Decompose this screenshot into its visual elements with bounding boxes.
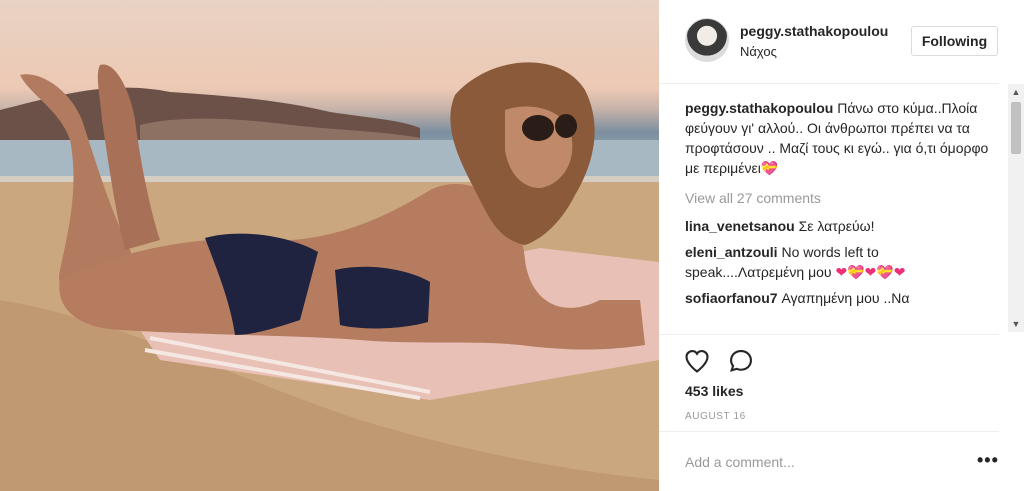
- comment-text: Σε λατρεύω!: [798, 218, 875, 234]
- more-options-button[interactable]: •••: [977, 450, 999, 470]
- comment-item: sofiaorfanou7 Αγαπημένη μου ..Να: [685, 288, 997, 308]
- comment-bubble-icon[interactable]: [727, 347, 755, 375]
- beach-scene: [0, 62, 659, 491]
- likes-count[interactable]: 453 likes: [685, 383, 743, 399]
- comments-list: peggy.stathakopoulou Πάνω στο κύμα..Πλοί…: [685, 98, 997, 334]
- post-header: peggy.stathakopoulou Νάχος Following: [659, 0, 999, 84]
- comment-username[interactable]: eleni_antzouli: [685, 244, 778, 260]
- post-details-panel: peggy.stathakopoulou Νάχος Following peg…: [659, 0, 1024, 491]
- post-caption: peggy.stathakopoulou Πάνω στο κύμα..Πλοί…: [685, 98, 997, 178]
- comment-item: lina_venetsanou Σε λατρεύω!: [685, 216, 997, 236]
- post-actions: 453 likes AUGUST 16: [659, 334, 999, 434]
- comment-username[interactable]: lina_venetsanou: [685, 218, 795, 234]
- comments-scrollbar[interactable]: ▲ ▼: [1008, 84, 1024, 332]
- comment-username[interactable]: sofiaorfanou7: [685, 290, 778, 306]
- comment-item: eleni_antzouli No words left to speak...…: [685, 242, 997, 282]
- comment-text: Αγαπημένη μου ..Να: [781, 290, 910, 306]
- scroll-down-arrow-icon[interactable]: ▼: [1008, 316, 1024, 332]
- post-photo[interactable]: [0, 0, 659, 491]
- heart-icon[interactable]: [683, 347, 711, 375]
- add-comment-bar: •••: [659, 431, 999, 491]
- comment-input[interactable]: [685, 450, 955, 474]
- post-location[interactable]: Νάχος: [740, 44, 777, 59]
- avatar[interactable]: [685, 18, 729, 62]
- caption-username[interactable]: peggy.stathakopoulou: [685, 100, 833, 116]
- following-button[interactable]: Following: [911, 26, 998, 56]
- post-username[interactable]: peggy.stathakopoulou: [740, 23, 888, 39]
- view-all-comments-link[interactable]: View all 27 comments: [685, 188, 997, 208]
- scroll-up-arrow-icon[interactable]: ▲: [1008, 84, 1024, 100]
- comment-emoji: ❤💝❤💝❤: [835, 264, 906, 280]
- post-date[interactable]: AUGUST 16: [685, 411, 746, 422]
- scrollbar-thumb[interactable]: [1011, 102, 1021, 154]
- caption-emoji: 💝: [760, 160, 779, 176]
